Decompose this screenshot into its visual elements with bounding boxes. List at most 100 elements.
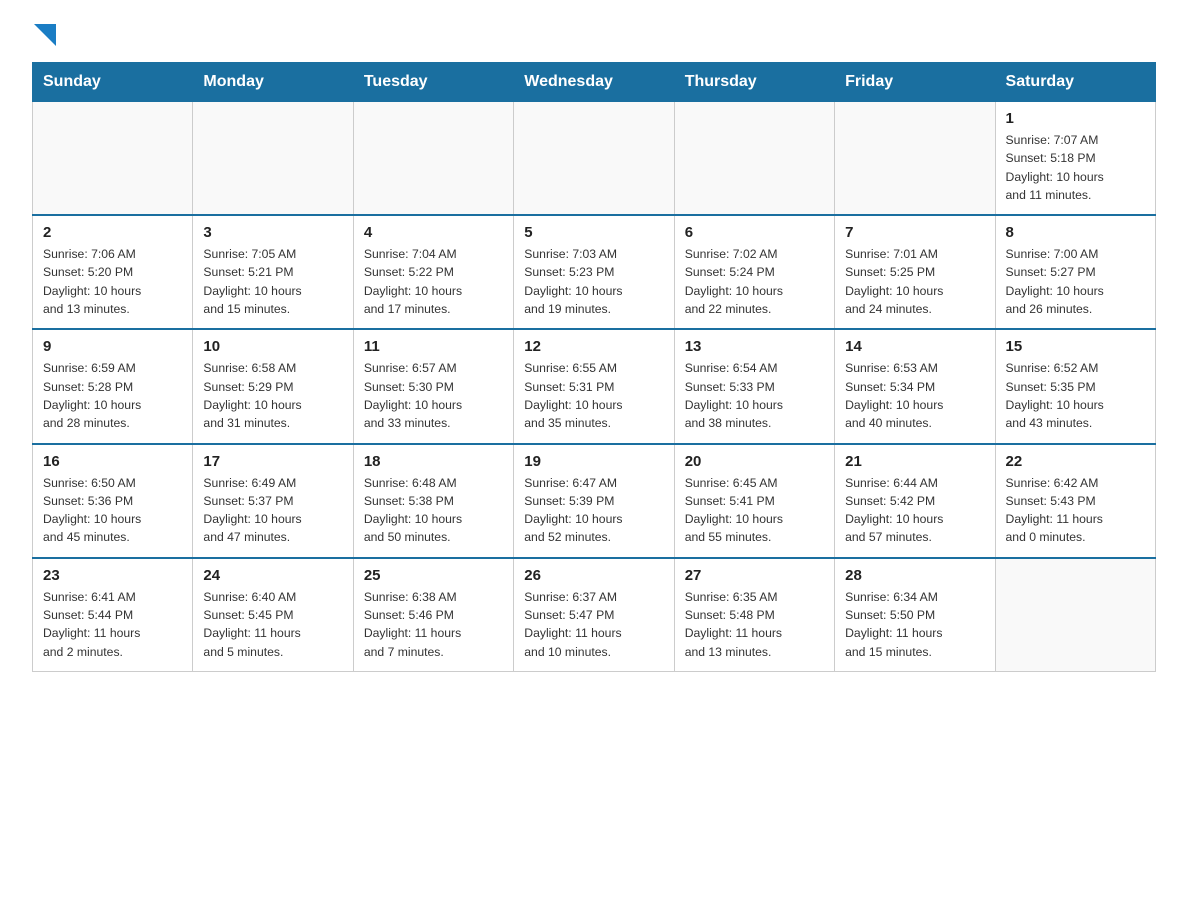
day-number: 10	[203, 338, 342, 355]
day-info: Sunrise: 6:54 AM Sunset: 5:33 PM Dayligh…	[685, 359, 824, 432]
day-number: 7	[845, 224, 984, 241]
weekday-header-row: SundayMondayTuesdayWednesdayThursdayFrid…	[33, 63, 1156, 102]
day-info: Sunrise: 6:48 AM Sunset: 5:38 PM Dayligh…	[364, 474, 503, 547]
day-number: 11	[364, 338, 503, 355]
day-number: 5	[524, 224, 663, 241]
calendar-day-cell: 17 Sunrise: 6:49 AM Sunset: 5:37 PM Dayli…	[193, 444, 353, 558]
day-number: 15	[1006, 338, 1145, 355]
day-number: 27	[685, 567, 824, 584]
day-number: 9	[43, 338, 182, 355]
weekday-header-wednesday: Wednesday	[514, 63, 674, 102]
day-info: Sunrise: 6:50 AM Sunset: 5:36 PM Dayligh…	[43, 474, 182, 547]
day-info: Sunrise: 6:40 AM Sunset: 5:45 PM Dayligh…	[203, 588, 342, 661]
day-number: 12	[524, 338, 663, 355]
calendar-day-cell: 20 Sunrise: 6:45 AM Sunset: 5:41 PM Dayli…	[674, 444, 834, 558]
calendar-day-cell: 10 Sunrise: 6:58 AM Sunset: 5:29 PM Dayli…	[193, 329, 353, 443]
calendar-day-cell	[353, 102, 513, 216]
calendar-day-cell: 27 Sunrise: 6:35 AM Sunset: 5:48 PM Dayli…	[674, 558, 834, 672]
day-number: 28	[845, 567, 984, 584]
day-info: Sunrise: 6:58 AM Sunset: 5:29 PM Dayligh…	[203, 359, 342, 432]
day-number: 26	[524, 567, 663, 584]
day-info: Sunrise: 6:35 AM Sunset: 5:48 PM Dayligh…	[685, 588, 824, 661]
calendar-day-cell: 25 Sunrise: 6:38 AM Sunset: 5:46 PM Dayli…	[353, 558, 513, 672]
day-number: 8	[1006, 224, 1145, 241]
day-info: Sunrise: 6:55 AM Sunset: 5:31 PM Dayligh…	[524, 359, 663, 432]
calendar-day-cell: 12 Sunrise: 6:55 AM Sunset: 5:31 PM Dayli…	[514, 329, 674, 443]
day-info: Sunrise: 6:44 AM Sunset: 5:42 PM Dayligh…	[845, 474, 984, 547]
weekday-header-saturday: Saturday	[995, 63, 1155, 102]
calendar-day-cell: 4Sunrise: 7:04 AM Sunset: 5:22 PM Daylig…	[353, 215, 513, 329]
calendar-day-cell: 3 Sunrise: 7:05 AM Sunset: 5:21 PM Daylig…	[193, 215, 353, 329]
calendar-day-cell	[674, 102, 834, 216]
calendar-day-cell: 16 Sunrise: 6:50 AM Sunset: 5:36 PM Dayli…	[33, 444, 193, 558]
day-info: Sunrise: 6:47 AM Sunset: 5:39 PM Dayligh…	[524, 474, 663, 547]
calendar-day-cell: 14Sunrise: 6:53 AM Sunset: 5:34 PM Dayli…	[835, 329, 995, 443]
calendar-day-cell: 1Sunrise: 7:07 AM Sunset: 5:18 PM Daylig…	[995, 102, 1155, 216]
day-number: 3	[203, 224, 342, 241]
day-number: 22	[1006, 453, 1145, 470]
day-info: Sunrise: 6:52 AM Sunset: 5:35 PM Dayligh…	[1006, 359, 1145, 432]
calendar-day-cell	[514, 102, 674, 216]
calendar-day-cell	[995, 558, 1155, 672]
day-info: Sunrise: 6:59 AM Sunset: 5:28 PM Dayligh…	[43, 359, 182, 432]
calendar-week-row: 9 Sunrise: 6:59 AM Sunset: 5:28 PM Daylig…	[33, 329, 1156, 443]
day-info: Sunrise: 6:38 AM Sunset: 5:46 PM Dayligh…	[364, 588, 503, 661]
day-number: 18	[364, 453, 503, 470]
day-info: Sunrise: 6:49 AM Sunset: 5:37 PM Dayligh…	[203, 474, 342, 547]
calendar-day-cell: 5 Sunrise: 7:03 AM Sunset: 5:23 PM Daylig…	[514, 215, 674, 329]
calendar-day-cell: 13 Sunrise: 6:54 AM Sunset: 5:33 PM Dayli…	[674, 329, 834, 443]
day-number: 19	[524, 453, 663, 470]
weekday-header-thursday: Thursday	[674, 63, 834, 102]
day-info: Sunrise: 7:00 AM Sunset: 5:27 PM Dayligh…	[1006, 245, 1145, 318]
calendar-week-row: 23 Sunrise: 6:41 AM Sunset: 5:44 PM Dayli…	[33, 558, 1156, 672]
page-header	[32, 24, 1156, 44]
logo-triangle-icon	[34, 24, 56, 46]
day-info: Sunrise: 7:05 AM Sunset: 5:21 PM Dayligh…	[203, 245, 342, 318]
day-number: 16	[43, 453, 182, 470]
calendar-day-cell: 7 Sunrise: 7:01 AM Sunset: 5:25 PM Daylig…	[835, 215, 995, 329]
day-info: Sunrise: 6:45 AM Sunset: 5:41 PM Dayligh…	[685, 474, 824, 547]
calendar-day-cell: 2 Sunrise: 7:06 AM Sunset: 5:20 PM Daylig…	[33, 215, 193, 329]
day-info: Sunrise: 7:03 AM Sunset: 5:23 PM Dayligh…	[524, 245, 663, 318]
day-info: Sunrise: 7:06 AM Sunset: 5:20 PM Dayligh…	[43, 245, 182, 318]
calendar-day-cell: 19 Sunrise: 6:47 AM Sunset: 5:39 PM Dayli…	[514, 444, 674, 558]
day-info: Sunrise: 7:01 AM Sunset: 5:25 PM Dayligh…	[845, 245, 984, 318]
day-number: 20	[685, 453, 824, 470]
day-number: 21	[845, 453, 984, 470]
logo	[32, 24, 56, 44]
day-number: 2	[43, 224, 182, 241]
day-number: 1	[1006, 110, 1145, 127]
weekday-header-friday: Friday	[835, 63, 995, 102]
calendar-day-cell: 23 Sunrise: 6:41 AM Sunset: 5:44 PM Dayli…	[33, 558, 193, 672]
calendar-day-cell: 22 Sunrise: 6:42 AM Sunset: 5:43 PM Dayli…	[995, 444, 1155, 558]
calendar-day-cell: 24 Sunrise: 6:40 AM Sunset: 5:45 PM Dayli…	[193, 558, 353, 672]
day-number: 25	[364, 567, 503, 584]
calendar-day-cell: 26 Sunrise: 6:37 AM Sunset: 5:47 PM Dayli…	[514, 558, 674, 672]
calendar-day-cell	[33, 102, 193, 216]
day-info: Sunrise: 6:42 AM Sunset: 5:43 PM Dayligh…	[1006, 474, 1145, 547]
day-number: 13	[685, 338, 824, 355]
calendar-day-cell: 21 Sunrise: 6:44 AM Sunset: 5:42 PM Dayli…	[835, 444, 995, 558]
calendar-week-row: 1Sunrise: 7:07 AM Sunset: 5:18 PM Daylig…	[33, 102, 1156, 216]
calendar-day-cell: 9 Sunrise: 6:59 AM Sunset: 5:28 PM Daylig…	[33, 329, 193, 443]
day-number: 14	[845, 338, 984, 355]
day-number: 4	[364, 224, 503, 241]
calendar-day-cell: 18 Sunrise: 6:48 AM Sunset: 5:38 PM Dayli…	[353, 444, 513, 558]
calendar-day-cell: 15 Sunrise: 6:52 AM Sunset: 5:35 PM Dayli…	[995, 329, 1155, 443]
calendar-day-cell: 11Sunrise: 6:57 AM Sunset: 5:30 PM Dayli…	[353, 329, 513, 443]
calendar-day-cell	[835, 102, 995, 216]
day-number: 17	[203, 453, 342, 470]
calendar-day-cell: 6Sunrise: 7:02 AM Sunset: 5:24 PM Daylig…	[674, 215, 834, 329]
calendar-table: SundayMondayTuesdayWednesdayThursdayFrid…	[32, 62, 1156, 672]
day-info: Sunrise: 6:41 AM Sunset: 5:44 PM Dayligh…	[43, 588, 182, 661]
day-info: Sunrise: 6:37 AM Sunset: 5:47 PM Dayligh…	[524, 588, 663, 661]
weekday-header-tuesday: Tuesday	[353, 63, 513, 102]
day-number: 23	[43, 567, 182, 584]
calendar-week-row: 2 Sunrise: 7:06 AM Sunset: 5:20 PM Daylig…	[33, 215, 1156, 329]
calendar-day-cell: 8 Sunrise: 7:00 AM Sunset: 5:27 PM Daylig…	[995, 215, 1155, 329]
day-number: 24	[203, 567, 342, 584]
day-info: Sunrise: 6:34 AM Sunset: 5:50 PM Dayligh…	[845, 588, 984, 661]
calendar-week-row: 16 Sunrise: 6:50 AM Sunset: 5:36 PM Dayli…	[33, 444, 1156, 558]
day-number: 6	[685, 224, 824, 241]
calendar-day-cell: 28 Sunrise: 6:34 AM Sunset: 5:50 PM Dayli…	[835, 558, 995, 672]
